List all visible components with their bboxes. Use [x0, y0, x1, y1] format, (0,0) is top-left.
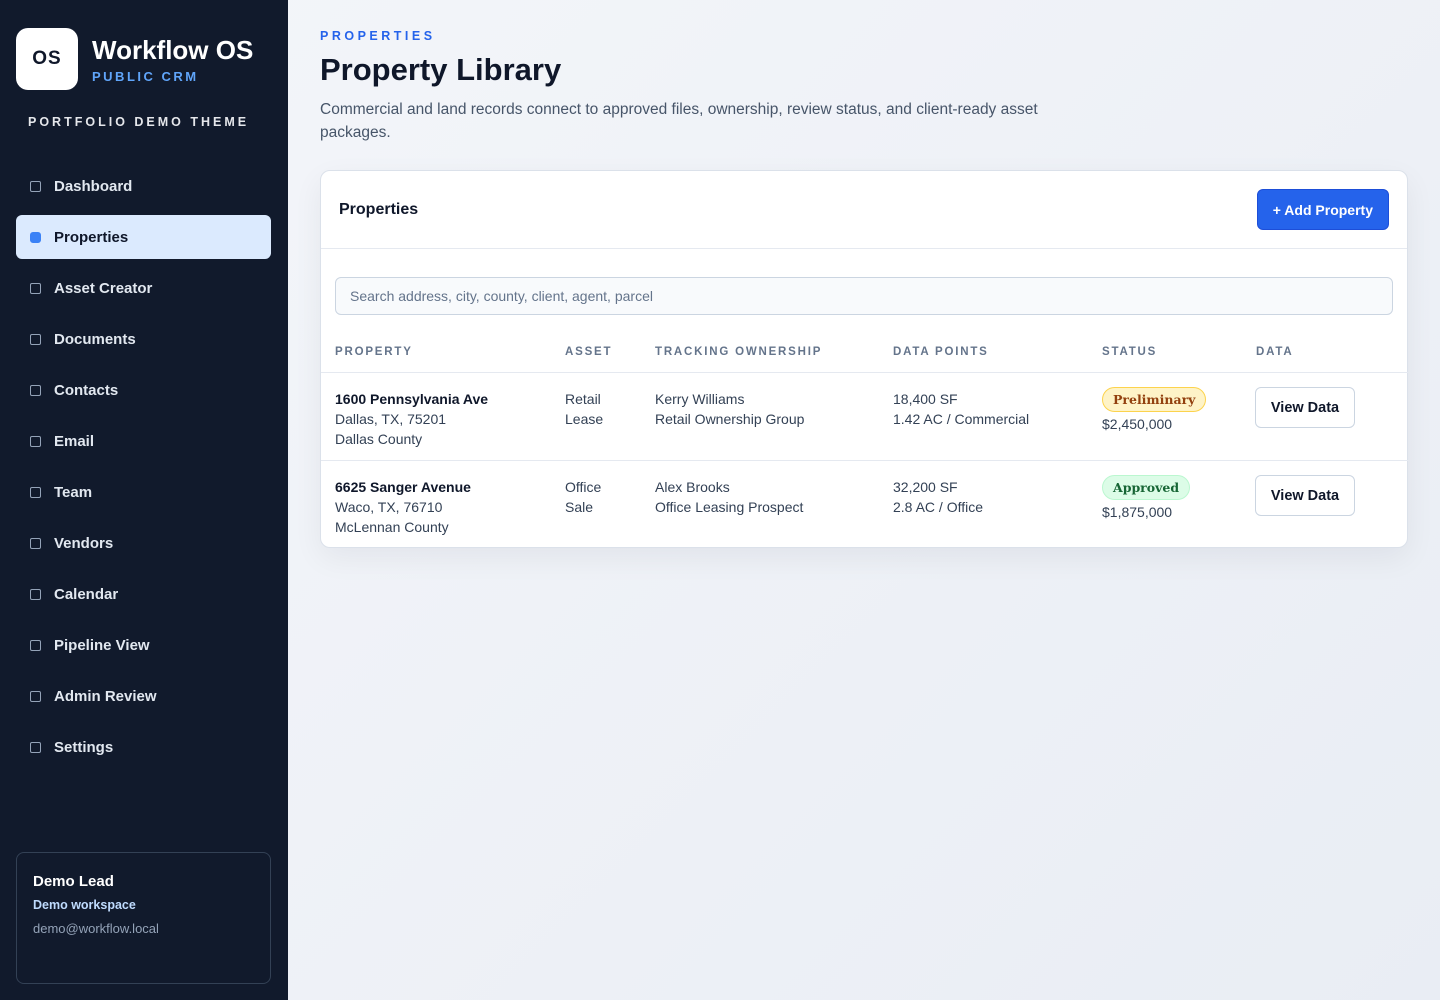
brand-logo: OS	[16, 28, 78, 90]
sidebar-item-admin-review[interactable]: Admin Review	[16, 674, 271, 718]
nav-bullet-icon	[30, 282, 41, 294]
sidebar-item-documents[interactable]: Documents	[16, 317, 271, 361]
user-card[interactable]: Demo Lead Demo workspace demo@workflow.l…	[16, 852, 271, 984]
view-data-button[interactable]: View Data	[1255, 475, 1355, 516]
status-badge: Approved	[1102, 475, 1191, 500]
add-property-button[interactable]: + Add Property	[1256, 189, 1389, 230]
sidebar-nav: Dashboard Properties Asset Creator Docum…	[16, 164, 271, 776]
sidebar-item-label: Email	[54, 432, 95, 450]
brand[interactable]: OS Workflow OS PUBLIC CRM	[16, 28, 253, 90]
view-data-button[interactable]: View Data	[1255, 387, 1355, 428]
nav-bullet-icon	[30, 231, 41, 243]
sidebar-item-label: Calendar	[54, 585, 119, 603]
sidebar-item-team[interactable]: Team	[16, 470, 271, 514]
land-info: 1.42 AC / Commercial	[893, 411, 1030, 427]
user-workspace: Demo workspace	[33, 898, 136, 912]
ownership-cell: Kerry Williams Retail Ownership Group	[655, 389, 804, 429]
table-row[interactable]: 6625 Sanger Avenue Waco, TX, 76710 McLen…	[321, 461, 1409, 549]
property-cell: 1600 Pennsylvania Ave Dallas, TX, 75201 …	[335, 389, 488, 449]
column-header-data[interactable]: DATA	[1256, 346, 1293, 358]
property-city: Dallas, TX, 75201	[335, 411, 447, 427]
land-info: 2.8 AC / Office	[893, 499, 984, 515]
sidebar-item-pipeline-view[interactable]: Pipeline View	[16, 623, 271, 667]
sidebar: OS Workflow OS PUBLIC CRM PORTFOLIO DEMO…	[0, 0, 288, 1000]
property-county: Dallas County	[335, 431, 423, 447]
nav-bullet-icon	[30, 333, 41, 345]
properties-card: Properties + Add Property PROPERTY ASSET…	[320, 170, 1409, 549]
sidebar-item-calendar[interactable]: Calendar	[16, 572, 271, 616]
brand-title: Workflow OS	[92, 34, 254, 65]
sidebar-item-contacts[interactable]: Contacts	[16, 368, 271, 412]
asset-type: Retail	[565, 391, 601, 407]
asset-cell: Retail Lease	[565, 389, 603, 429]
page-title: Property Library	[320, 52, 562, 87]
asset-type: Office	[565, 479, 602, 495]
property-county: McLennan County	[335, 519, 449, 535]
status-badge: Preliminary	[1102, 387, 1207, 412]
sidebar-item-settings[interactable]: Settings	[16, 725, 271, 769]
brand-subtitle: PUBLIC CRM	[92, 68, 199, 84]
theme-label: PORTFOLIO DEMO THEME	[28, 115, 250, 129]
property-address[interactable]: 6625 Sanger Avenue	[335, 477, 471, 497]
sidebar-item-label: Asset Creator	[54, 279, 153, 297]
status-cell: Approved $1,875,000	[1102, 475, 1191, 522]
nav-bullet-icon	[30, 537, 41, 549]
sidebar-item-vendors[interactable]: Vendors	[16, 521, 271, 565]
ownership-cell: Alex Brooks Office Leasing Prospect	[655, 477, 803, 517]
building-size: 18,400 SF	[893, 391, 958, 407]
property-address[interactable]: 1600 Pennsylvania Ave	[335, 389, 488, 409]
user-name: Demo Lead	[33, 873, 114, 890]
nav-bullet-icon	[30, 180, 41, 192]
column-header-status[interactable]: STATUS	[1102, 346, 1157, 358]
property-city: Waco, TX, 76710	[335, 499, 443, 515]
table-header: PROPERTY ASSET TRACKING OWNERSHIP DATA P…	[321, 346, 1409, 373]
nav-bullet-icon	[30, 690, 41, 702]
column-header-tracking-ownership[interactable]: TRACKING OWNERSHIP	[655, 346, 822, 358]
asset-deal: Sale	[565, 499, 594, 515]
sidebar-item-properties[interactable]: Properties	[16, 215, 271, 259]
asset-cell: Office Sale	[565, 477, 601, 517]
asset-deal: Lease	[565, 411, 604, 427]
column-header-data-points[interactable]: DATA POINTS	[893, 346, 989, 358]
sidebar-item-label: Admin Review	[54, 687, 157, 705]
column-header-property[interactable]: PROPERTY	[335, 346, 413, 358]
card-header: Properties + Add Property	[321, 171, 1407, 249]
owner-name: Alex Brooks	[655, 479, 730, 495]
page-description: Commercial and land records connect to a…	[320, 101, 1038, 141]
sidebar-item-label: Pipeline View	[54, 636, 150, 654]
sidebar-item-dashboard[interactable]: Dashboard	[16, 164, 271, 208]
sidebar-item-label: Contacts	[54, 381, 119, 399]
nav-bullet-icon	[30, 741, 41, 753]
owner-group: Office Leasing Prospect	[655, 499, 804, 515]
sidebar-item-label: Team	[54, 483, 93, 501]
sidebar-item-label: Dashboard	[54, 177, 133, 195]
nav-bullet-icon	[30, 384, 41, 396]
nav-bullet-icon	[30, 486, 41, 498]
property-price: $2,450,000	[1102, 416, 1173, 432]
owner-group: Retail Ownership Group	[655, 411, 805, 427]
data-points-cell: 18,400 SF 1.42 AC / Commercial	[893, 389, 1029, 429]
column-header-asset[interactable]: ASSET	[565, 346, 612, 358]
sidebar-item-asset-creator[interactable]: Asset Creator	[16, 266, 271, 310]
table-row[interactable]: 1600 Pennsylvania Ave Dallas, TX, 75201 …	[321, 373, 1409, 461]
status-cell: Preliminary $2,450,000	[1102, 387, 1207, 434]
card-title: Properties	[339, 200, 419, 218]
search-input[interactable]	[335, 277, 1393, 315]
owner-name: Kerry Williams	[655, 391, 745, 407]
sidebar-item-email[interactable]: Email	[16, 419, 271, 463]
nav-bullet-icon	[30, 435, 41, 447]
sidebar-item-label: Properties	[54, 228, 129, 246]
page-eyebrow: PROPERTIES	[320, 29, 436, 43]
sidebar-item-label: Documents	[54, 330, 136, 348]
property-price: $1,875,000	[1102, 504, 1173, 520]
building-size: 32,200 SF	[893, 479, 958, 495]
property-cell: 6625 Sanger Avenue Waco, TX, 76710 McLen…	[335, 477, 471, 537]
user-email: demo@workflow.local	[33, 921, 159, 936]
sidebar-item-label: Settings	[54, 738, 114, 756]
nav-bullet-icon	[30, 588, 41, 600]
sidebar-item-label: Vendors	[54, 534, 114, 552]
data-points-cell: 32,200 SF 2.8 AC / Office	[893, 477, 983, 517]
nav-bullet-icon	[30, 639, 41, 651]
